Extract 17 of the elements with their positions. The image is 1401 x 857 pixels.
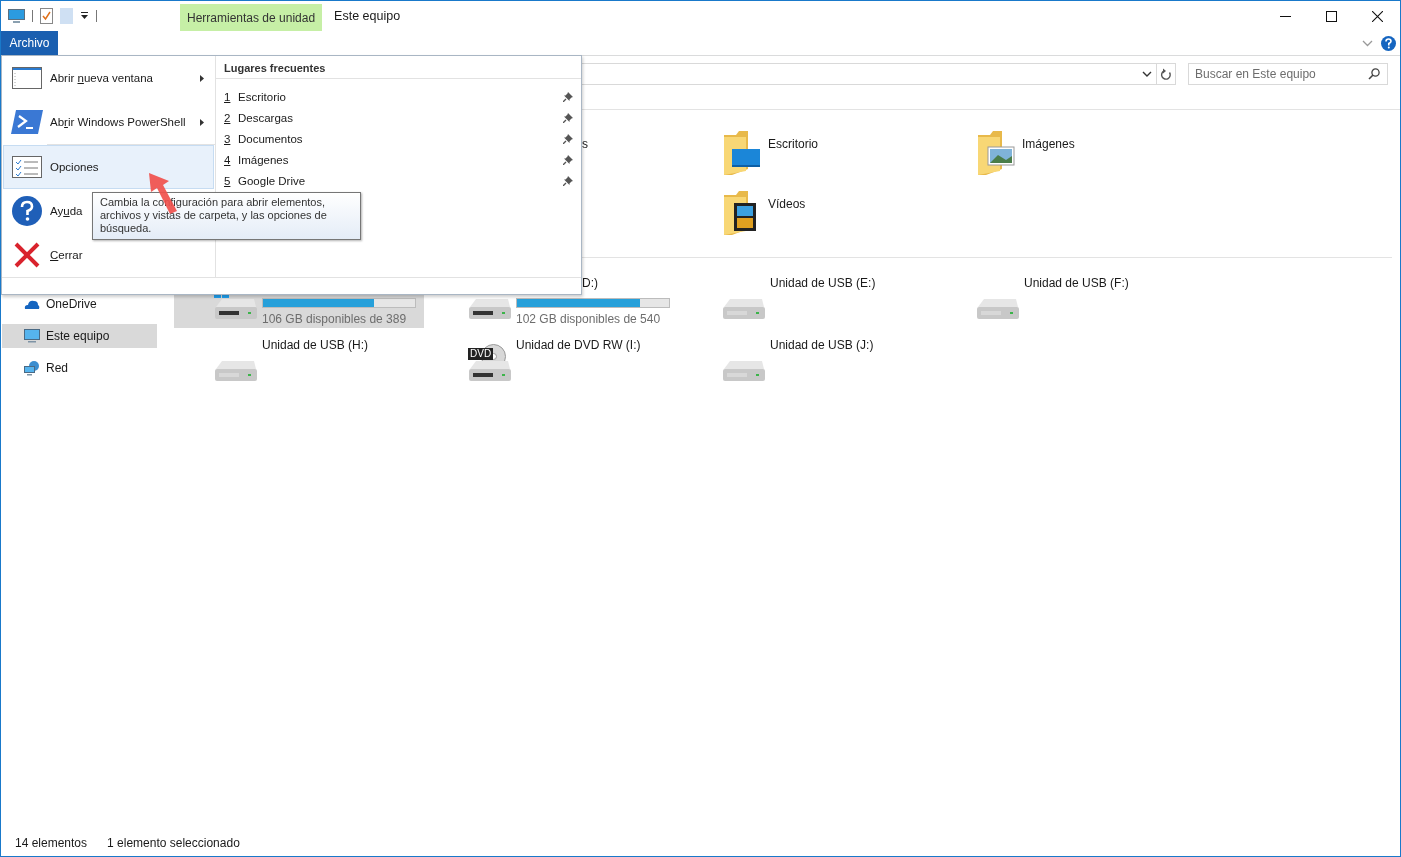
folder-label: Escritorio <box>768 136 818 151</box>
folder-label: s <box>582 136 588 151</box>
drive-label: D:) <box>582 276 598 292</box>
folder-label: Imágenes <box>1022 136 1075 151</box>
drive-label: Unidad de USB (E:) <box>770 276 876 292</box>
item-count: 14 elementos <box>15 836 88 850</box>
folder-label: Vídeos <box>768 196 806 211</box>
drive-label: Unidad de USB (J:) <box>770 338 874 354</box>
capacity-text: 106 GB disponibles de 389 <box>262 312 408 326</box>
dvd-badge: DVD <box>468 348 494 360</box>
drive-label: Unidad de USB (F:) <box>1024 276 1129 292</box>
capacity-text: 102 GB disponibles de 540 <box>516 312 662 326</box>
drive-label: Unidad de DVD RW (I:) <box>516 338 641 354</box>
frequent-places-heading: Lugares frecuentes <box>216 56 581 79</box>
drive-label: Unidad de USB (H:) <box>262 338 369 354</box>
window-title: Este equipo <box>334 8 401 25</box>
selection-count: 1 elemento seleccionado <box>107 836 240 850</box>
